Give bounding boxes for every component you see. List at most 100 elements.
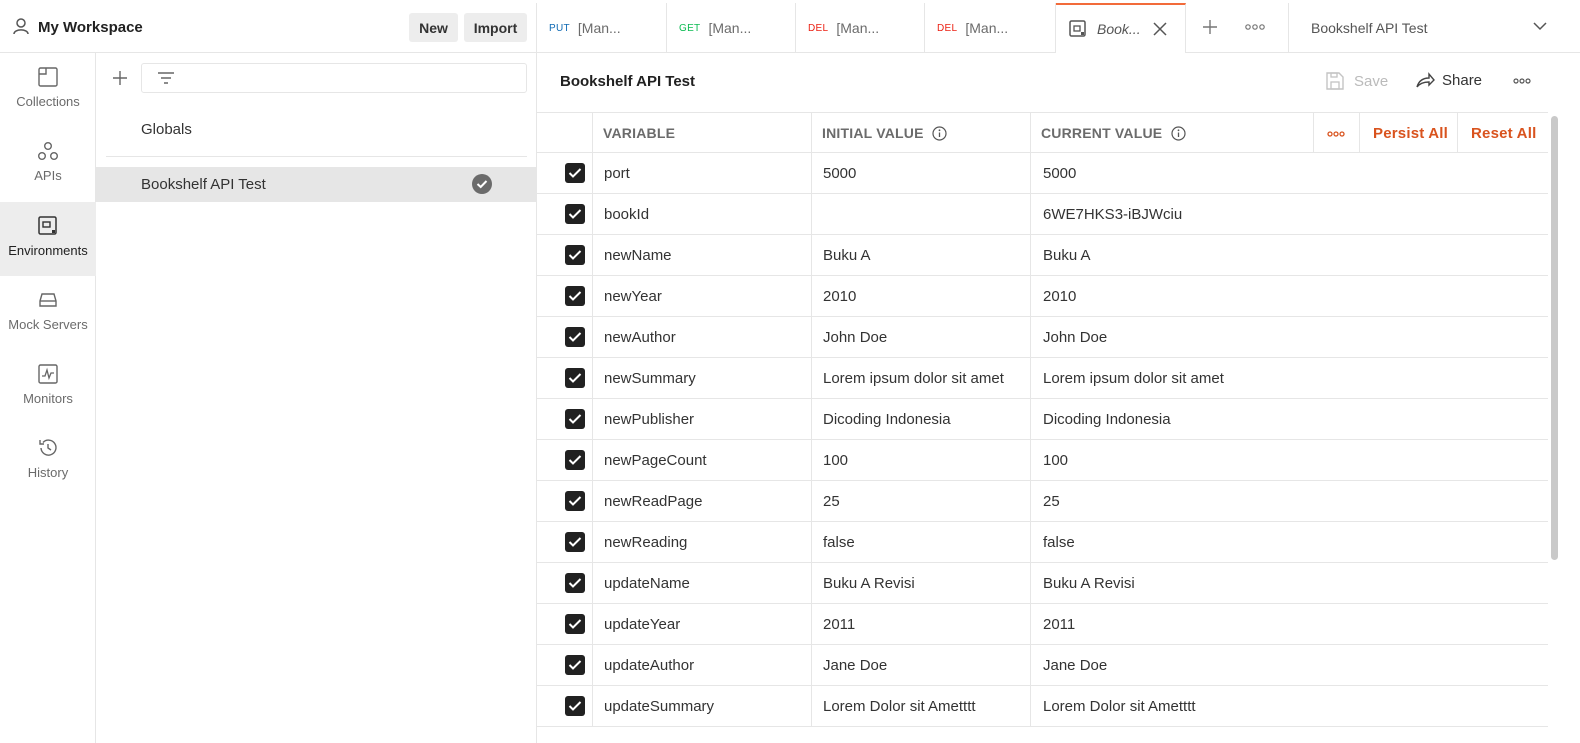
variable-cell[interactable]: updateYear <box>604 604 680 644</box>
new-button[interactable]: New <box>409 13 458 42</box>
environment-item[interactable]: Bookshelf API Test <box>96 167 537 202</box>
initial-value-cell[interactable]: Dicoding Indonesia <box>823 399 951 439</box>
info-icon[interactable] <box>1171 125 1186 141</box>
table-row[interactable]: updateSummary Lorem Dolor sit Ametttt Lore… <box>537 686 1548 727</box>
variable-cell[interactable]: bookId <box>604 194 649 234</box>
initial-value-cell[interactable]: 100 <box>823 440 848 480</box>
environment-tab-active[interactable]: Book... <box>1056 3 1186 53</box>
variable-cell[interactable]: port <box>604 153 630 193</box>
share-button[interactable]: Share <box>1415 71 1482 89</box>
active-check-icon[interactable] <box>472 174 492 194</box>
current-value-cell[interactable]: false <box>1043 522 1075 562</box>
table-row[interactable]: updateName Buku A Revisi Buku A Revisi <box>537 563 1548 604</box>
scrollbar[interactable] <box>1551 116 1558 560</box>
initial-value-cell[interactable]: false <box>823 522 855 562</box>
enable-checkbox[interactable] <box>565 532 585 552</box>
reset-all-button[interactable]: Reset All <box>1471 113 1536 153</box>
enable-checkbox[interactable] <box>565 409 585 429</box>
persist-all-button[interactable]: Persist All <box>1373 113 1448 153</box>
variable-cell[interactable]: newAuthor <box>604 317 676 357</box>
table-row[interactable]: newReadPage 25 25 <box>537 481 1548 522</box>
initial-value-cell[interactable]: Buku A Revisi <box>823 563 915 603</box>
current-value-cell[interactable]: 100 <box>1043 440 1068 480</box>
sidebar-item-mock-servers[interactable]: Mock Servers <box>0 276 96 350</box>
current-value-cell[interactable]: Lorem ipsum dolor sit amet <box>1043 358 1224 398</box>
table-row[interactable]: newYear 2010 2010 <box>537 276 1548 317</box>
initial-value-cell[interactable]: 2011 <box>823 604 855 644</box>
enable-checkbox[interactable] <box>565 573 585 593</box>
table-row[interactable]: newPageCount 100 100 <box>537 440 1548 481</box>
variable-cell[interactable]: newReading <box>604 522 687 562</box>
enable-checkbox[interactable] <box>565 450 585 470</box>
current-value-cell[interactable]: 25 <box>1043 481 1060 521</box>
table-row[interactable]: newAuthor John Doe John Doe <box>537 317 1548 358</box>
enable-checkbox[interactable] <box>565 614 585 634</box>
enable-checkbox[interactable] <box>565 245 585 265</box>
table-row[interactable]: newSummary Lorem ipsum dolor sit amet Lore… <box>537 358 1548 399</box>
enable-checkbox[interactable] <box>565 163 585 183</box>
initial-value-cell[interactable]: Jane Doe <box>823 645 887 685</box>
request-tab[interactable]: GET [Man... <box>667 3 796 53</box>
workspace-title[interactable]: My Workspace <box>38 19 143 36</box>
enable-checkbox[interactable] <box>565 655 585 675</box>
current-value-cell[interactable]: Dicoding Indonesia <box>1043 399 1171 439</box>
sidebar-item-monitors[interactable]: Monitors <box>0 350 96 424</box>
sidebar-item-history[interactable]: History <box>0 424 96 498</box>
table-row[interactable]: newName Buku A Buku A <box>537 235 1548 276</box>
new-tab-icon[interactable] <box>1201 18 1219 36</box>
current-value-cell[interactable]: Jane Doe <box>1043 645 1107 685</box>
enable-checkbox[interactable] <box>565 327 585 347</box>
initial-value-cell[interactable]: Lorem ipsum dolor sit amet <box>823 358 1004 398</box>
table-row[interactable]: bookId 6WE7HKS3-iBJWciu <box>537 194 1548 235</box>
variable-cell[interactable]: updateName <box>604 563 690 603</box>
more-options-icon[interactable] <box>1513 77 1531 85</box>
enable-checkbox[interactable] <box>565 491 585 511</box>
initial-value-cell[interactable]: John Doe <box>823 317 887 357</box>
filter-input[interactable] <box>141 63 527 93</box>
sidebar-item-apis[interactable]: APIs <box>0 127 96 201</box>
page-title[interactable]: Bookshelf API Test <box>560 73 695 90</box>
current-value-cell[interactable]: John Doe <box>1043 317 1107 357</box>
table-row[interactable]: updateAuthor Jane Doe Jane Doe <box>537 645 1548 686</box>
table-row[interactable]: updateYear 2011 2011 <box>537 604 1548 645</box>
import-button[interactable]: Import <box>464 13 527 42</box>
variable-cell[interactable]: newReadPage <box>604 481 702 521</box>
more-tabs-icon[interactable] <box>1245 23 1265 31</box>
current-value-cell[interactable]: Lorem Dolor sit Ametttt <box>1043 686 1196 726</box>
globals-item[interactable]: Globals <box>96 112 537 146</box>
request-tab[interactable]: PUT [Man... <box>537 3 667 53</box>
initial-value-cell[interactable]: 2010 <box>823 276 856 316</box>
table-row[interactable]: newReading false false <box>537 522 1548 563</box>
add-environment-icon[interactable] <box>111 69 129 87</box>
info-icon[interactable] <box>932 125 947 141</box>
table-row[interactable]: newPublisher Dicoding Indonesia Dicoding I… <box>537 399 1548 440</box>
variable-cell[interactable]: newYear <box>604 276 662 316</box>
request-tab[interactable]: DEL [Man... <box>796 3 925 53</box>
current-value-cell[interactable]: Buku A Revisi <box>1043 563 1135 603</box>
variable-cell[interactable]: newSummary <box>604 358 696 398</box>
save-button[interactable]: Save <box>1325 71 1388 91</box>
variable-cell[interactable]: updateSummary <box>604 686 714 726</box>
close-icon[interactable] <box>1152 21 1168 37</box>
variable-cell[interactable]: newPageCount <box>604 440 707 480</box>
enable-checkbox[interactable] <box>565 368 585 388</box>
current-value-cell[interactable]: Buku A <box>1043 235 1091 275</box>
variable-cell[interactable]: updateAuthor <box>604 645 694 685</box>
variable-cell[interactable]: newPublisher <box>604 399 694 439</box>
request-tab[interactable]: DEL [Man... <box>925 3 1056 53</box>
initial-value-cell[interactable]: 5000 <box>823 153 856 193</box>
initial-value-cell[interactable]: 25 <box>823 481 840 521</box>
enable-checkbox[interactable] <box>565 204 585 224</box>
enable-checkbox[interactable] <box>565 696 585 716</box>
column-options-icon[interactable] <box>1327 130 1345 138</box>
variable-cell[interactable]: newName <box>604 235 672 275</box>
initial-value-cell[interactable]: Lorem Dolor sit Ametttt <box>823 686 976 726</box>
enable-checkbox[interactable] <box>565 286 585 306</box>
environment-selector[interactable]: Bookshelf API Test <box>1288 3 1580 53</box>
sidebar-item-collections[interactable]: Collections <box>0 53 96 127</box>
current-value-cell[interactable]: 2011 <box>1043 604 1075 644</box>
current-value-cell[interactable]: 6WE7HKS3-iBJWciu <box>1043 194 1182 234</box>
table-row[interactable]: port 5000 5000 <box>537 153 1548 194</box>
current-value-cell[interactable]: 2010 <box>1043 276 1076 316</box>
initial-value-cell[interactable]: Buku A <box>823 235 871 275</box>
